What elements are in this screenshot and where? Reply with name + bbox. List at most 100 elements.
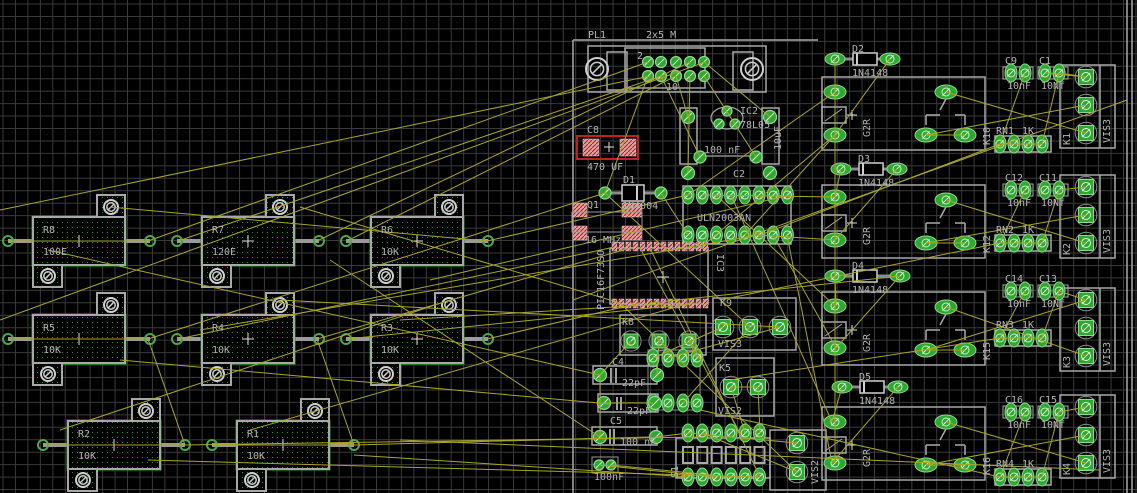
resistor-ref: R8 <box>43 225 55 236</box>
mounting-hole <box>40 268 56 284</box>
resistor-ref: R5 <box>43 323 55 334</box>
parts-layer <box>2 0 1133 493</box>
mounting-hole-mark <box>746 63 758 75</box>
resistor-value: 120E <box>212 247 236 258</box>
terminal-ref: K4 <box>1062 463 1073 475</box>
resnet-value: 1K <box>1022 320 1034 331</box>
smd-pad[interactable] <box>702 298 709 309</box>
resnet-ref: RN1 <box>996 126 1014 137</box>
cap-ref: C16 <box>1005 395 1023 406</box>
smd-pad[interactable] <box>639 298 646 309</box>
pad[interactable] <box>661 393 675 413</box>
cap-ref: C9 <box>1005 56 1017 67</box>
mounting-hole <box>585 57 609 81</box>
dip-switch <box>724 446 737 464</box>
pad[interactable] <box>654 55 668 69</box>
smd-pad[interactable] <box>619 138 637 157</box>
smd-pad[interactable] <box>695 241 702 252</box>
pad[interactable] <box>669 55 683 69</box>
smd-pad[interactable] <box>625 241 632 252</box>
resistor-ref: R4 <box>212 323 224 334</box>
connector-value: 2x5 M <box>646 30 676 41</box>
mounting-hole <box>272 199 288 215</box>
cap-ref: C1 <box>1039 56 1051 67</box>
terminal-value: VIS3 <box>1102 342 1113 366</box>
cap-ref: C11 <box>1039 173 1057 184</box>
dip-switch <box>696 446 709 464</box>
mounting-hole <box>103 297 119 313</box>
airwire <box>759 143 1001 236</box>
pcb-board-canvas[interactable]: R8 100E R7 120E R6 10K R5 10K R4 10K R3 10K R2 10K R1 1… <box>0 0 1137 493</box>
cap-value: 10Nf <box>1041 81 1065 92</box>
terminal-ref: K3 <box>1062 356 1073 368</box>
cap-ref: C4 <box>612 357 624 368</box>
pad[interactable] <box>713 118 725 130</box>
airwire <box>0 75 651 211</box>
terminal-value: VIS3 <box>1102 229 1113 253</box>
terminal-value: VIS3 <box>1102 449 1113 473</box>
resistor-value: 10K <box>212 345 230 356</box>
resistor-ref: R7 <box>212 225 224 236</box>
smd-pad[interactable] <box>653 298 660 309</box>
mounting-hole <box>740 57 764 81</box>
regulator-ref: IC2 <box>740 106 758 117</box>
resistor-ref: R6 <box>381 225 393 236</box>
diode-body <box>621 184 645 202</box>
pad[interactable] <box>762 165 778 181</box>
diode-ref: D3 <box>858 154 870 165</box>
resistor-value: 10K <box>43 345 61 356</box>
smd-pad[interactable] <box>621 225 643 241</box>
driver-label: ULN2003AN <box>697 213 751 224</box>
diode-ref: D1 <box>623 175 635 186</box>
smd-pad[interactable] <box>653 241 660 252</box>
pad[interactable] <box>738 185 752 205</box>
relay-switch <box>939 98 947 111</box>
cap-ref: C13 <box>1039 274 1057 285</box>
smd-pad[interactable] <box>681 241 688 252</box>
diode-ref: D4 <box>852 261 864 272</box>
pad[interactable] <box>1074 316 1098 340</box>
resistor-value: 10K <box>381 247 399 258</box>
mounting-hole <box>75 472 91 488</box>
resnet-value: 1K <box>1022 459 1034 470</box>
resnet-value: 1K <box>1022 225 1034 236</box>
cap-value: 10uF <box>773 126 784 150</box>
smd-pad[interactable] <box>632 241 639 252</box>
terminal-value: VIS2 <box>718 406 742 417</box>
resnet-ref: RN3 <box>996 320 1014 331</box>
resistor-value: 10K <box>78 451 96 462</box>
relay-ref: K10 <box>982 127 993 145</box>
cap-ref: C2 <box>733 169 745 180</box>
pad[interactable] <box>780 185 794 205</box>
terminal-value: VIS2 <box>810 460 821 484</box>
diode-value: 1N4148 <box>852 285 888 296</box>
smd-pad[interactable] <box>646 298 653 309</box>
airwire <box>687 75 691 174</box>
mounting-hole <box>138 403 154 419</box>
pad[interactable] <box>690 393 704 413</box>
smd-pad[interactable] <box>681 298 688 309</box>
cap-value: 22pF <box>622 378 646 389</box>
pad[interactable] <box>695 225 709 245</box>
relay-switch <box>939 206 947 219</box>
relay-ref: K16 <box>982 457 993 475</box>
pad[interactable] <box>676 348 690 368</box>
cap-value: 10Nf <box>1041 299 1065 310</box>
pin-label: 10 <box>666 82 678 93</box>
pad[interactable] <box>766 185 780 205</box>
cap-value: 10nF <box>1007 81 1031 92</box>
cap-value: 100nF <box>594 472 624 483</box>
cap-value: 100 nF <box>704 145 740 156</box>
cap-value: 10Nf <box>1041 198 1065 209</box>
smd-pad[interactable] <box>572 202 588 218</box>
mcu-value: PIC16F73SO <box>596 250 607 310</box>
cap-value: 22pF <box>627 406 651 417</box>
pad[interactable] <box>724 423 738 443</box>
terminal-ref: K5 <box>719 363 731 374</box>
airwire <box>353 454 691 478</box>
terminal-ref: K9 <box>720 298 732 309</box>
pad[interactable] <box>695 467 709 487</box>
smd-pad[interactable] <box>582 138 600 157</box>
connector-ref: PL1 <box>588 30 606 41</box>
cap-value: 10Nf <box>1041 420 1065 431</box>
